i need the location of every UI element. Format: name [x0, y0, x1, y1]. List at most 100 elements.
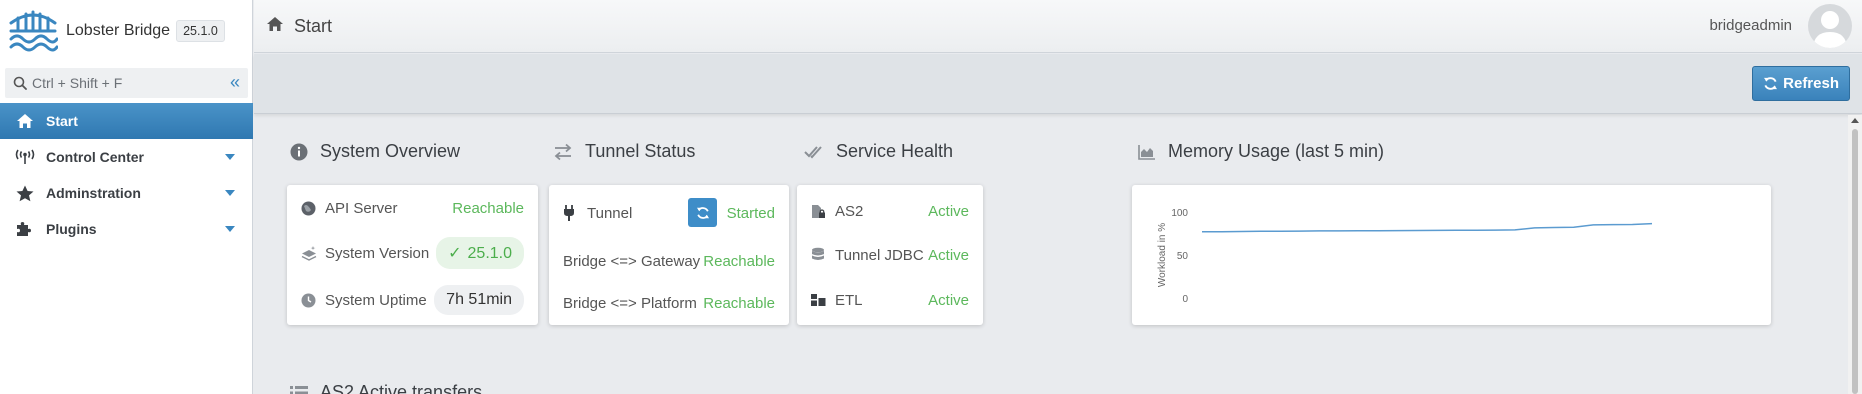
search-box: «: [5, 68, 248, 98]
status-value: Reachable: [703, 294, 775, 312]
puzzle-icon: [14, 220, 36, 238]
memory-usage-chart: 100 50 0 Workload in %: [1157, 208, 1653, 305]
dashboard-content: System Overview API Server Reachable Sys…: [254, 115, 1848, 394]
antenna-icon: [14, 148, 36, 166]
tunnel-jdbc-row: Tunnel JDBC Active: [811, 244, 969, 266]
sidebar-item-control-center[interactable]: Control Center: [0, 139, 253, 175]
row-label: Bridge <=> Platform: [563, 294, 697, 312]
refresh-button[interactable]: Refresh: [1752, 66, 1850, 101]
check-icon: ✓: [448, 245, 462, 262]
vertical-scrollbar[interactable]: [1848, 115, 1862, 394]
as2-transfers-heading: AS2 Active transfers: [290, 382, 482, 394]
home-icon: [14, 112, 36, 130]
info-icon: [290, 143, 308, 161]
section-title: System Overview: [320, 141, 461, 161]
status-value: Reachable: [452, 199, 524, 217]
double-check-icon: [804, 144, 824, 160]
home-icon: [266, 16, 284, 37]
etl-blocks-icon: [811, 293, 829, 307]
status-value: Active: [928, 202, 969, 220]
system-overview-card: API Server Reachable System Version ✓ 25.…: [287, 185, 538, 325]
version-value: 25.1.0: [467, 245, 512, 262]
collapse-sidebar-icon[interactable]: «: [230, 73, 240, 91]
globe-icon: [301, 201, 319, 216]
sidebar-item-label: Control Center: [46, 149, 144, 165]
scroll-thumb[interactable]: [1852, 129, 1858, 394]
refresh-icon: [696, 206, 709, 219]
etl-row: ETL Active: [811, 289, 969, 311]
service-health-heading: Service Health: [804, 141, 953, 162]
y-tick-label: 0: [1182, 294, 1188, 305]
status-value: Active: [928, 291, 969, 309]
system-version-row: System Version ✓ 25.1.0: [301, 237, 524, 269]
plug-icon: [563, 205, 581, 221]
status-value: Reachable: [703, 252, 775, 270]
clock-icon: [301, 293, 319, 308]
row-label: API Server: [325, 199, 398, 217]
page-title: Start: [294, 15, 333, 36]
chevron-down-icon: [225, 226, 235, 232]
tunnel-status-heading: Tunnel Status: [553, 141, 695, 162]
tunnel-restart-button[interactable]: [688, 198, 717, 227]
tunnel-row: Tunnel Started: [563, 198, 775, 227]
transfer-arrows-icon: [553, 143, 573, 161]
file-lock-icon: [811, 204, 829, 219]
row-label: System Uptime: [325, 291, 427, 309]
avatar[interactable]: [1808, 4, 1852, 48]
memory-series-line: [1202, 222, 1653, 233]
chevron-down-icon: [225, 190, 235, 196]
row-label: ETL: [835, 291, 863, 309]
sidebar-item-label: Start: [46, 113, 78, 129]
sidebar-item-label: Plugins: [46, 221, 97, 237]
top-bar: Start bridgeadmin: [254, 0, 1862, 53]
scroll-up-arrow-icon[interactable]: [1851, 118, 1859, 123]
bridge-gateway-row: Bridge <=> Gateway Reachable: [563, 250, 775, 272]
list-icon: [290, 385, 308, 394]
section-title: Service Health: [836, 141, 954, 161]
database-icon: [811, 247, 829, 263]
as2-row: AS2 Active: [811, 200, 969, 222]
y-axis-label: Workload in %: [1157, 223, 1168, 287]
refresh-icon: [1764, 77, 1778, 90]
search-input[interactable]: [32, 75, 202, 91]
row-label: Tunnel: [587, 204, 633, 222]
system-uptime-row: System Uptime 7h 51min: [301, 285, 524, 315]
sidebar-item-plugins[interactable]: Plugins: [0, 211, 253, 247]
service-health-card: AS2 Active Tunnel JDBC Active ETL Active: [797, 185, 983, 325]
section-title: Memory Usage (last 5 min): [1168, 141, 1385, 161]
section-title: Tunnel Status: [585, 141, 696, 161]
toolbar: Refresh: [254, 54, 1862, 114]
sidebar-item-adminstration[interactable]: Adminstration: [0, 175, 253, 211]
sidebar-item-start[interactable]: Start: [0, 103, 253, 139]
status-value: Active: [928, 246, 969, 264]
chevron-down-icon: [225, 154, 235, 160]
sidebar: Lobster Bridge 25.1.0 « Start Control Ce…: [0, 0, 253, 394]
refresh-label: Refresh: [1783, 75, 1839, 92]
bridge-platform-row: Bridge <=> Platform Reachable: [563, 292, 775, 314]
memory-usage-card: 100 50 0 Workload in %: [1132, 185, 1771, 325]
uptime-pill: 7h 51min: [434, 285, 524, 315]
status-value: Started: [726, 204, 775, 222]
version-badge: 25.1.0: [176, 20, 225, 42]
sidebar-nav: Start Control Center Adminstration Plugi…: [0, 103, 253, 247]
row-label: Tunnel JDBC: [835, 246, 924, 264]
search-icon: [13, 76, 27, 90]
y-tick-label: 50: [1177, 251, 1189, 262]
row-label: System Version: [325, 244, 430, 262]
row-label: AS2: [835, 202, 864, 220]
layers-icon: [301, 245, 319, 261]
row-label: Bridge <=> Gateway: [563, 252, 701, 270]
memory-usage-heading: Memory Usage (last 5 min): [1138, 141, 1384, 162]
brand: Lobster Bridge 25.1.0: [0, 0, 252, 62]
version-pill: ✓ 25.1.0: [436, 237, 524, 269]
system-overview-heading: System Overview: [290, 141, 460, 162]
y-tick-label: 100: [1171, 208, 1188, 219]
api-server-row: API Server Reachable: [301, 197, 524, 219]
star-icon: [14, 184, 36, 202]
area-chart-icon: [1138, 144, 1156, 160]
sidebar-item-label: Adminstration: [46, 185, 141, 201]
user-name[interactable]: bridgeadmin: [1709, 17, 1792, 34]
app-name: Lobster Bridge: [66, 22, 171, 39]
bridge-logo-icon: [9, 10, 58, 52]
section-title: AS2 Active transfers: [320, 382, 483, 394]
